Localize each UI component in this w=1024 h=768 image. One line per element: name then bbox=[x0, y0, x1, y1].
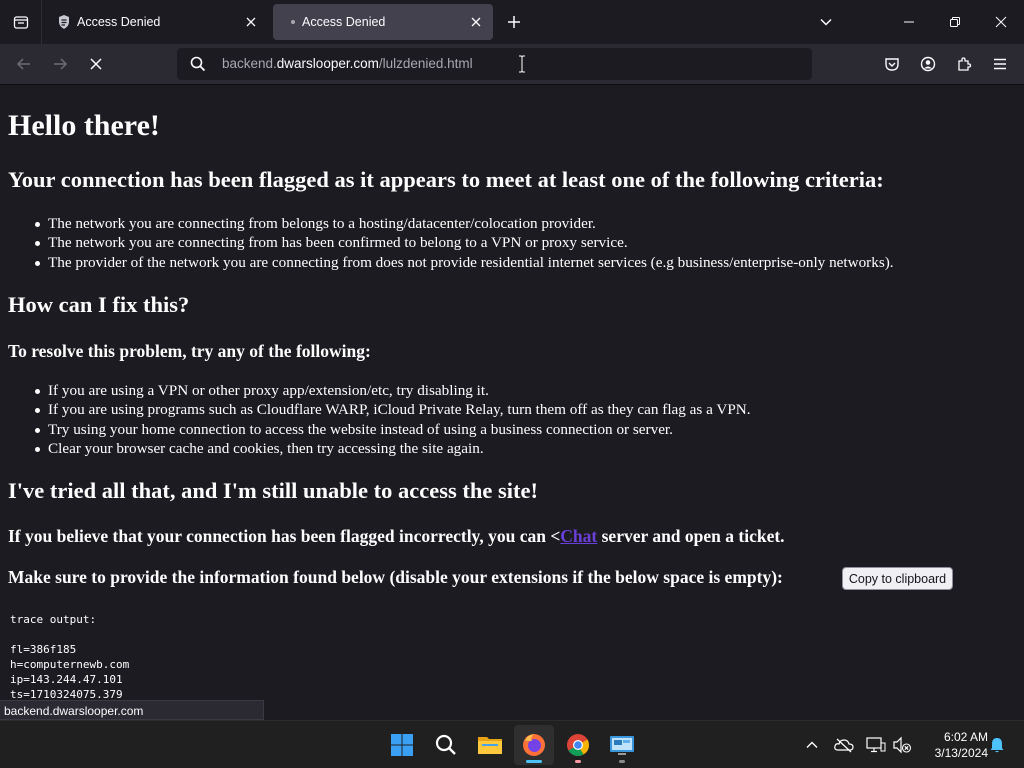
url-domain: dwarslooper.com bbox=[276, 56, 379, 71]
chrome-icon bbox=[567, 734, 589, 756]
list-item: Clear your browser cache and cookies, th… bbox=[35, 439, 751, 458]
app-menu-button[interactable] bbox=[986, 50, 1014, 78]
restore-button[interactable] bbox=[932, 0, 978, 44]
page-title: Hello there! bbox=[8, 109, 160, 142]
address-bar[interactable]: backend.dwarslooper.com/lulzdenied.html bbox=[177, 48, 812, 80]
speaker-muted-icon bbox=[893, 736, 912, 754]
close-window-button[interactable] bbox=[978, 0, 1024, 44]
close-tab-icon[interactable] bbox=[467, 13, 485, 31]
windows-logo-icon bbox=[391, 734, 413, 756]
chat-link[interactable]: Chat bbox=[560, 526, 597, 546]
windows-taskbar: 6:02 AM 3/13/2024 bbox=[0, 720, 1024, 768]
tab-access-denied-1[interactable]: Access Denied bbox=[44, 4, 268, 40]
file-explorer-button[interactable] bbox=[470, 725, 510, 765]
folder-icon bbox=[478, 737, 502, 754]
remote-desktop-icon bbox=[610, 736, 634, 755]
trace-line: h=computernewb.com bbox=[10, 658, 130, 671]
ticket-instructions: If you believe that your connection has … bbox=[8, 526, 785, 547]
cloud-offline-icon bbox=[834, 738, 854, 753]
firefox-view-button[interactable] bbox=[0, 0, 42, 44]
active-indicator bbox=[526, 760, 542, 763]
list-item: The network you are connecting from belo… bbox=[35, 214, 894, 233]
tab-strip: Access Denied Access Denied bbox=[0, 0, 1024, 44]
shield-stack-icon bbox=[56, 14, 72, 30]
network-monitor-icon bbox=[866, 737, 886, 753]
remote-desktop-button[interactable] bbox=[602, 725, 642, 765]
show-hidden-icons-button[interactable] bbox=[800, 733, 824, 757]
start-button[interactable] bbox=[382, 725, 422, 765]
text-cursor-icon bbox=[519, 55, 525, 73]
criteria-list: The network you are connecting from belo… bbox=[35, 214, 894, 272]
network-button[interactable] bbox=[864, 733, 888, 757]
url-subdomain: backend. bbox=[222, 56, 277, 71]
clock-time: 6:02 AM bbox=[943, 730, 988, 744]
tab-title: Access Denied bbox=[77, 15, 161, 29]
stop-loading-button[interactable] bbox=[82, 50, 110, 78]
firefox-taskbar-button[interactable] bbox=[514, 725, 554, 765]
plus-icon bbox=[508, 16, 520, 28]
fixes-list: If you are using a VPN or other proxy ap… bbox=[35, 381, 751, 458]
list-item: If you are using programs such as Cloudf… bbox=[35, 401, 751, 419]
link-status-overlay: backend.dwarslooper.com bbox=[0, 700, 264, 720]
chevron-down-icon bbox=[820, 18, 832, 26]
puzzle-piece-icon bbox=[958, 57, 972, 71]
copy-to-clipboard-button[interactable]: Copy to clipboard bbox=[842, 567, 953, 590]
fix-heading: How can I fix this? bbox=[8, 292, 190, 317]
search-icon bbox=[435, 734, 456, 755]
chevron-up-icon bbox=[806, 741, 818, 748]
trace-line: ip=143.244.47.101 bbox=[10, 673, 123, 686]
list-item: The provider of the network you are conn… bbox=[35, 253, 894, 271]
close-tab-icon[interactable] bbox=[242, 13, 260, 31]
new-tab-button[interactable] bbox=[500, 8, 528, 36]
minimize-icon bbox=[904, 21, 914, 23]
extensions-button[interactable] bbox=[950, 50, 978, 78]
search-icon bbox=[190, 56, 206, 72]
page-content: Hello there! Your connection has been fl… bbox=[0, 85, 1024, 720]
firefox-view-icon bbox=[13, 16, 28, 29]
tab-title: Access Denied bbox=[302, 15, 386, 29]
notifications-button[interactable] bbox=[985, 733, 1009, 757]
firefox-icon bbox=[523, 734, 545, 756]
minimize-button[interactable] bbox=[886, 0, 932, 44]
forward-button[interactable] bbox=[46, 50, 74, 78]
pocket-button[interactable] bbox=[878, 50, 906, 78]
list-item: The network you are connecting from has … bbox=[35, 233, 894, 252]
account-icon bbox=[920, 56, 936, 72]
url-text[interactable]: backend.dwarslooper.com/lulzdenied.html bbox=[222, 56, 473, 71]
loading-dot-icon bbox=[285, 14, 301, 30]
ticket-text-after: server and open a ticket. bbox=[597, 526, 785, 546]
list-item: If you are using a VPN or other proxy ap… bbox=[35, 381, 751, 400]
flagged-heading: Your connection has been flagged as it a… bbox=[8, 167, 884, 192]
arrow-right-icon bbox=[54, 58, 68, 70]
volume-button[interactable] bbox=[890, 733, 914, 757]
url-path: /lulzdenied.html bbox=[378, 56, 473, 71]
search-button[interactable] bbox=[426, 725, 466, 765]
clock-date: 3/13/2024 bbox=[934, 746, 988, 760]
list-all-tabs-button[interactable] bbox=[812, 8, 840, 36]
account-button[interactable] bbox=[914, 50, 942, 78]
hamburger-menu-icon bbox=[994, 58, 1006, 70]
ticket-text-before: If you believe that your connection has … bbox=[8, 526, 561, 546]
system-clock[interactable]: 6:02 AM 3/13/2024 bbox=[918, 729, 988, 761]
still-unable-heading: I've tried all that, and I'm still unabl… bbox=[8, 478, 538, 503]
trace-output: trace output: fl=386f185 h=computernewb.… bbox=[10, 612, 129, 702]
chrome-taskbar-button[interactable] bbox=[558, 725, 598, 765]
back-button[interactable] bbox=[10, 50, 38, 78]
pocket-icon bbox=[885, 58, 899, 71]
bell-icon bbox=[990, 738, 1004, 753]
trace-line: fl=386f185 bbox=[10, 643, 77, 656]
close-icon bbox=[995, 16, 1007, 28]
navigation-toolbar: backend.dwarslooper.com/lulzdenied.html bbox=[0, 44, 1024, 85]
resolve-heading: To resolve this problem, try any of the … bbox=[8, 341, 371, 361]
trace-label: trace output: bbox=[10, 613, 97, 626]
tab-access-denied-2[interactable]: Access Denied bbox=[273, 4, 493, 40]
provide-info-heading: Make sure to provide the information fou… bbox=[8, 567, 783, 587]
restore-icon bbox=[950, 17, 960, 27]
arrow-left-icon bbox=[16, 58, 30, 70]
running-indicator bbox=[619, 760, 625, 763]
onedrive-button[interactable] bbox=[832, 733, 856, 757]
running-indicator bbox=[575, 760, 581, 763]
list-item: Try using your home connection to access… bbox=[35, 420, 751, 439]
stop-x-icon bbox=[90, 58, 102, 70]
